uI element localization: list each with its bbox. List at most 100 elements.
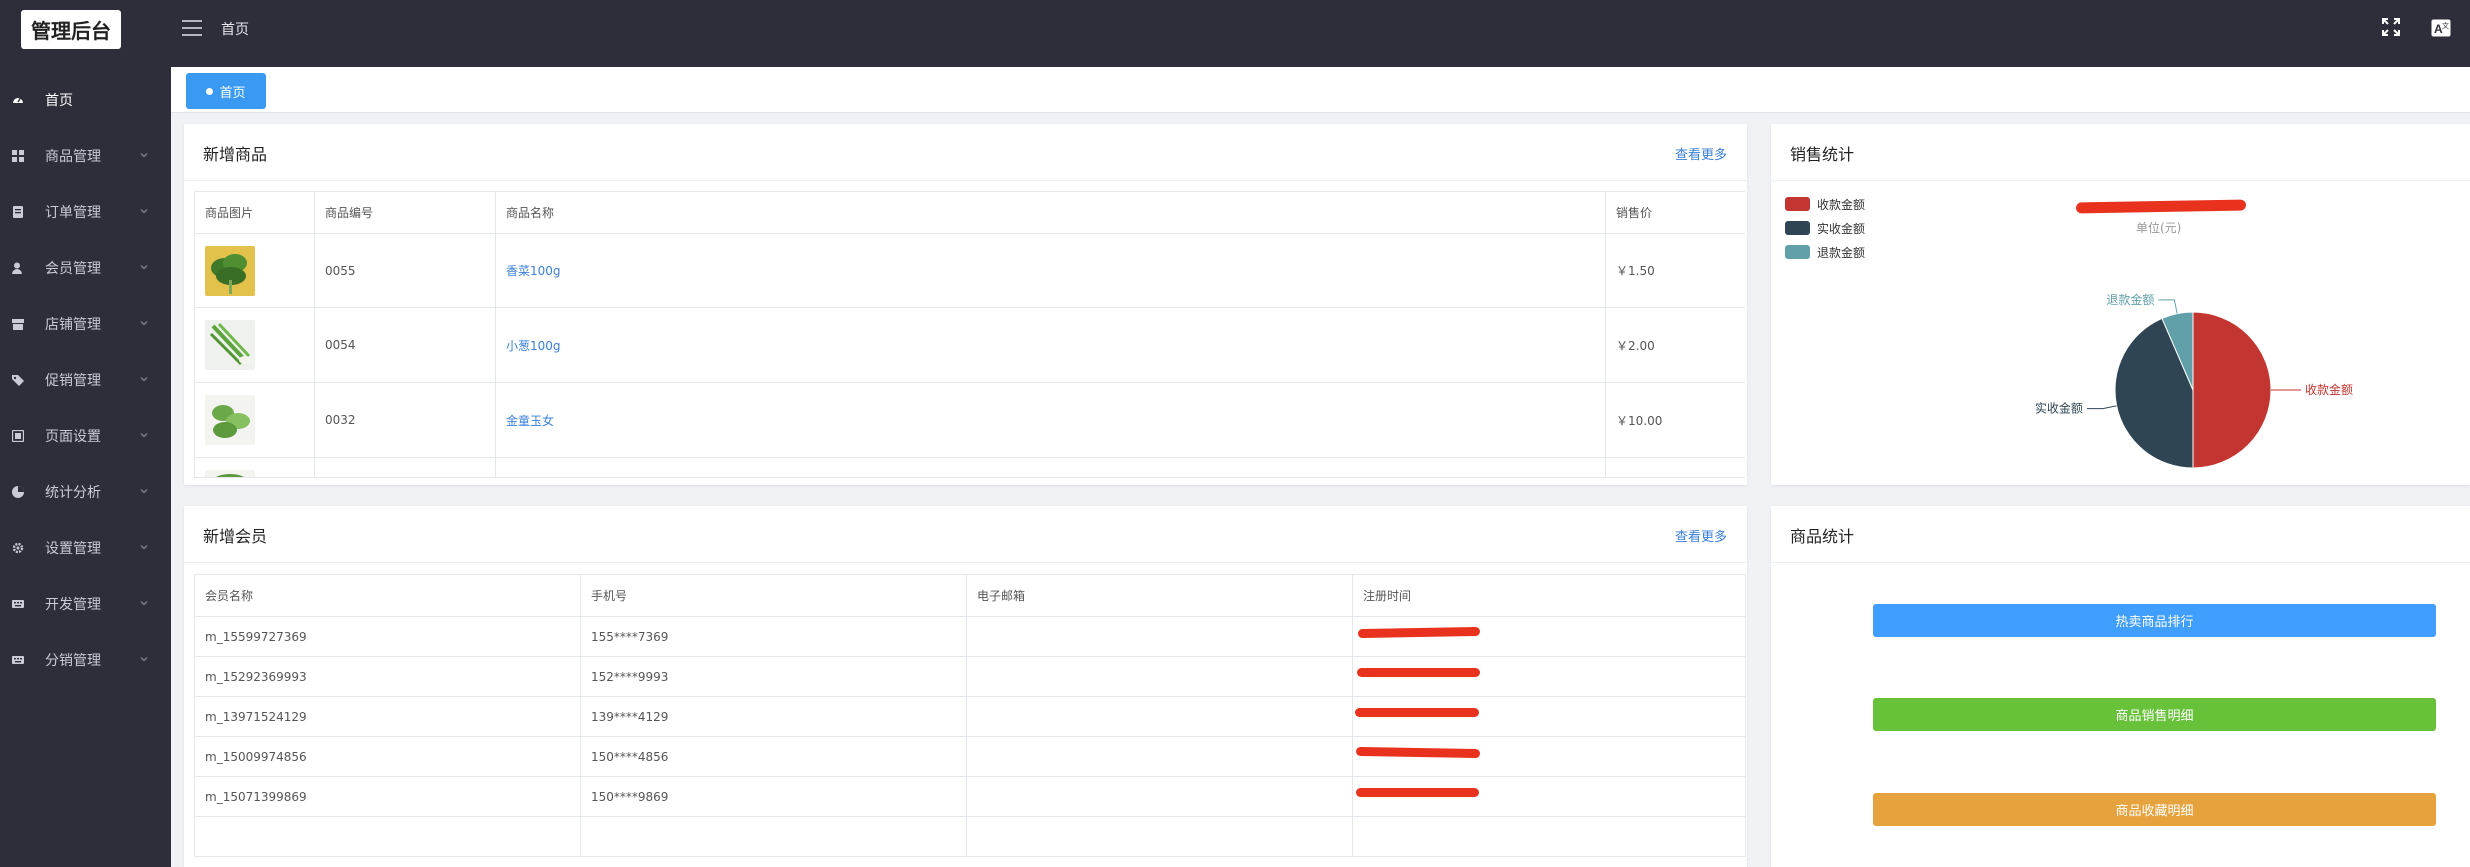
card-header: 商品统计 — [1771, 506, 2470, 563]
product-name-link[interactable]: 小葱100g — [506, 339, 561, 353]
product-image-partial[interactable] — [205, 470, 255, 478]
redaction-mark — [1355, 708, 1479, 717]
fullscreen-icon[interactable] — [2382, 18, 2400, 36]
view-more-members-link[interactable]: 查看更多 — [1675, 526, 1727, 545]
member-phone: 150****9869 — [580, 776, 967, 817]
card-header: 新增商品 查看更多 — [184, 124, 1747, 181]
sidebar-item-label: 会员管理 — [45, 261, 101, 277]
sidebar-item-distribution[interactable]: 分销管理 — [0, 632, 171, 688]
product-name-link[interactable]: 金童玉女 — [506, 414, 554, 428]
member-name: m_13971524129 — [194, 696, 581, 737]
sidebar-item-products[interactable]: 商品管理 — [0, 128, 171, 184]
app-logo[interactable]: 管理后台 — [21, 10, 121, 49]
product-image-cell — [194, 382, 315, 458]
sidebar-item-label: 开发管理 — [45, 597, 101, 613]
sidebar-item-pages[interactable]: 页面设置 — [0, 408, 171, 464]
column-header: 商品编号 — [314, 191, 496, 234]
sidebar-item-settings[interactable]: 设置管理 — [0, 520, 171, 576]
sales-pie-chart[interactable]: 收款金额实收金额 退款金额 — [1771, 124, 2470, 485]
product-name-cell: 金童玉女 — [495, 382, 1606, 458]
new-members-card: 新增会员 查看更多 会员名称 手机号 电子邮箱 注册时间 m_155997273… — [184, 506, 1747, 867]
table-cell — [314, 457, 496, 477]
sidebar-item-label: 统计分析 — [45, 485, 101, 501]
member-email — [966, 776, 1353, 817]
sidebar-item-label: 订单管理 — [45, 205, 101, 221]
table-row: m_15599727369 155****7369 — [194, 616, 1746, 657]
sales-stats-card: 销售统计 收款金额 实收金额 退款金额 单位(元) 收款金额 实收金额 退款金额 — [1771, 124, 2470, 485]
pie-slice[interactable] — [2192, 311, 2272, 469]
sidebar-item-orders[interactable]: 订单管理 — [0, 184, 171, 240]
products-table-scroll[interactable]: 商品图片 商品编号 商品名称 销售价 0055 香菜100g ￥1.50 005… — [194, 191, 1745, 478]
pie-label-line — [2158, 299, 2178, 314]
product-sales-detail-button[interactable]: 商品销售明细 — [1873, 698, 2436, 731]
table-row: m_15009974856 150****4856 — [194, 736, 1746, 777]
redaction-mark — [1356, 788, 1479, 797]
card-header: 新增会员 查看更多 — [184, 506, 1747, 563]
gear-icon — [12, 542, 24, 554]
table-header-row: 会员名称 手机号 电子邮箱 注册时间 — [194, 574, 1746, 617]
sidebar-item-stores[interactable]: 店铺管理 — [0, 296, 171, 352]
language-icon[interactable]: A 文 — [2431, 19, 2451, 37]
table-row — [194, 457, 1745, 478]
sidebar-item-home[interactable]: 首页 — [0, 72, 171, 128]
product-code: 0055 — [314, 233, 496, 308]
sidebar-item-members[interactable]: 会员管理 — [0, 240, 171, 296]
page-icon — [12, 430, 24, 442]
product-code: 0032 — [314, 382, 496, 458]
table-row: m_15071399869 150****9869 — [194, 776, 1746, 817]
dashboard-icon — [13, 97, 23, 103]
tab-home[interactable]: 首页 — [186, 73, 266, 109]
tag-icon — [12, 375, 24, 386]
member-phone: 150****4856 — [580, 736, 967, 777]
sidebar-item-label: 店铺管理 — [45, 317, 101, 333]
sidebar-item-development[interactable]: 开发管理 — [0, 576, 171, 632]
pie-slice-label: 收款金额 — [2305, 382, 2353, 397]
table-row: m_13971524129 139****4129 — [194, 696, 1746, 737]
product-name-link[interactable]: 香菜100g — [506, 264, 561, 278]
grid-icon — [12, 150, 24, 162]
table-row: m_15292369993 152****9993 — [194, 656, 1746, 697]
member-name: m_15009974856 — [194, 736, 581, 777]
member-phone: 139****4129 — [580, 696, 967, 737]
breadcrumb[interactable]: 首页 — [221, 19, 249, 39]
member-name: m_15292369993 — [194, 656, 581, 697]
sidebar-item-label: 商品管理 — [45, 149, 101, 165]
product-favorites-detail-button[interactable]: 商品收藏明细 — [1873, 793, 2436, 826]
active-dot-icon — [206, 87, 214, 95]
chevron-down-icon — [140, 265, 148, 270]
product-image-scallion[interactable] — [205, 320, 255, 370]
top-bar — [171, 0, 2470, 67]
pie-label-line — [2086, 405, 2117, 410]
product-image-cilantro[interactable] — [205, 245, 255, 296]
sidebar-item-analytics[interactable]: 统计分析 — [0, 464, 171, 520]
table-row: 0054 小葱100g ￥2.00 — [194, 307, 1745, 383]
store-icon — [12, 319, 24, 330]
keyboard-icon — [12, 600, 24, 608]
column-header: 手机号 — [580, 574, 967, 617]
pie-icon — [12, 486, 24, 498]
chevron-down-icon — [140, 433, 148, 438]
card-title: 商品统计 — [1790, 527, 1855, 546]
pie-slice-label: 退款金额 — [2106, 292, 2154, 307]
sidebar-item-promotions[interactable]: 促销管理 — [0, 352, 171, 408]
view-more-products-link[interactable]: 查看更多 — [1675, 144, 1727, 163]
product-code: 0054 — [314, 307, 496, 383]
table-row: 0055 香菜100g ￥1.50 — [194, 233, 1745, 308]
table-cell — [1605, 457, 1745, 477]
products-table: 商品图片 商品编号 商品名称 销售价 0055 香菜100g ￥1.50 005… — [194, 191, 1745, 478]
column-header: 销售价 — [1605, 191, 1745, 234]
table-row-empty — [194, 816, 1746, 857]
chevron-down-icon — [140, 153, 148, 158]
chevron-down-icon — [140, 489, 148, 494]
sidebar-item-label: 页面设置 — [45, 429, 101, 445]
tab-home-label: 首页 — [219, 85, 246, 101]
product-price: ￥1.50 — [1605, 233, 1745, 308]
hot-products-ranking-button[interactable]: 热卖商品排行 — [1873, 604, 2436, 637]
keyboard-icon — [12, 656, 24, 664]
chevron-down-icon — [140, 377, 148, 382]
product-image-cell — [194, 233, 315, 308]
column-header: 会员名称 — [194, 574, 581, 617]
hamburger-menu-icon[interactable] — [182, 20, 202, 36]
chevron-down-icon — [140, 657, 148, 662]
product-image-cucumber[interactable] — [205, 395, 255, 445]
